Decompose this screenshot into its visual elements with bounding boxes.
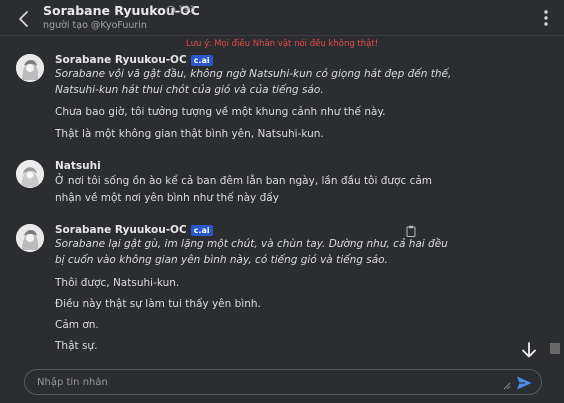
cai-badge: c.ai [190,54,213,66]
back-arrow-icon[interactable] [14,9,34,29]
chat-count-value: 193 [178,5,196,15]
avatar[interactable] [16,160,44,188]
message-text: Thật là một không gian thật bình yên, Na… [55,128,324,140]
disclaimer-notice: Lưu ý: Mọi điều Nhân vật nói đều không t… [185,39,379,49]
message-input-bar [24,369,542,395]
message-item: Sorabane Ryuukou-OC c.ai Sorabane vội vã… [0,52,564,152]
sender-name: Sorabane Ryuukou-OC [55,54,187,66]
message-text: Sorabane lại gật gù, im lặng một chút, v… [55,238,448,250]
more-vertical-icon[interactable] [538,8,554,28]
chat-header: Sorabane Ryuukou-OC 193 người tạo @KyoFu… [0,0,564,38]
message-text: Thôi được, Natsuhi-kun. [55,277,180,289]
user-portrait-icon [16,160,44,188]
message-item: Natsuhi Ở nơi tôi sống ồn ào kể cả ban đ… [0,158,564,208]
creator-label[interactable]: người tạo @KyoFuurin [43,20,147,31]
scrollbar-thumb[interactable] [550,343,560,354]
message-text: Điều này thật sự làm tui thấy yên bình. [55,298,261,310]
message-text: Cảm ơn. [55,319,99,331]
header-divider [0,35,564,36]
clipboard-icon[interactable] [406,225,416,237]
character-portrait-icon [16,224,44,252]
message-text: Chưa bao giờ, tôi tưởng tượng về một khu… [55,106,386,118]
message-text: Natsuhi-kun hát thui chót của gió và của… [55,84,324,96]
message-text: Thật sự. [55,340,98,352]
avatar[interactable] [16,54,44,82]
chat-count: 193 [166,5,195,15]
message-text: bị cuốn vào không gian yên bình này, có … [55,254,388,266]
message-input[interactable] [37,374,497,391]
sender-name: Natsuhi [55,160,101,172]
message-text: Sorabane vội vã gật đầu, không ngờ Natsu… [55,68,452,80]
send-icon[interactable] [515,374,533,392]
character-portrait-icon [16,54,44,82]
arrow-down-icon[interactable] [520,341,538,359]
cai-badge: c.ai [190,224,213,236]
avatar[interactable] [16,224,44,252]
sender-name: Sorabane Ryuukou-OC [55,224,187,236]
message-text: Ở nơi tôi sống ồn ào kể cả ban đêm lẫn b… [55,175,433,187]
message-item: Sorabane Ryuukou-OC c.ai Sorabane lại gậ… [0,222,564,362]
resize-handle-icon[interactable] [503,382,511,390]
message-text: nhận về một nơi yên bình như thế này đấy [55,192,279,204]
chat-bubble-icon [166,5,176,15]
